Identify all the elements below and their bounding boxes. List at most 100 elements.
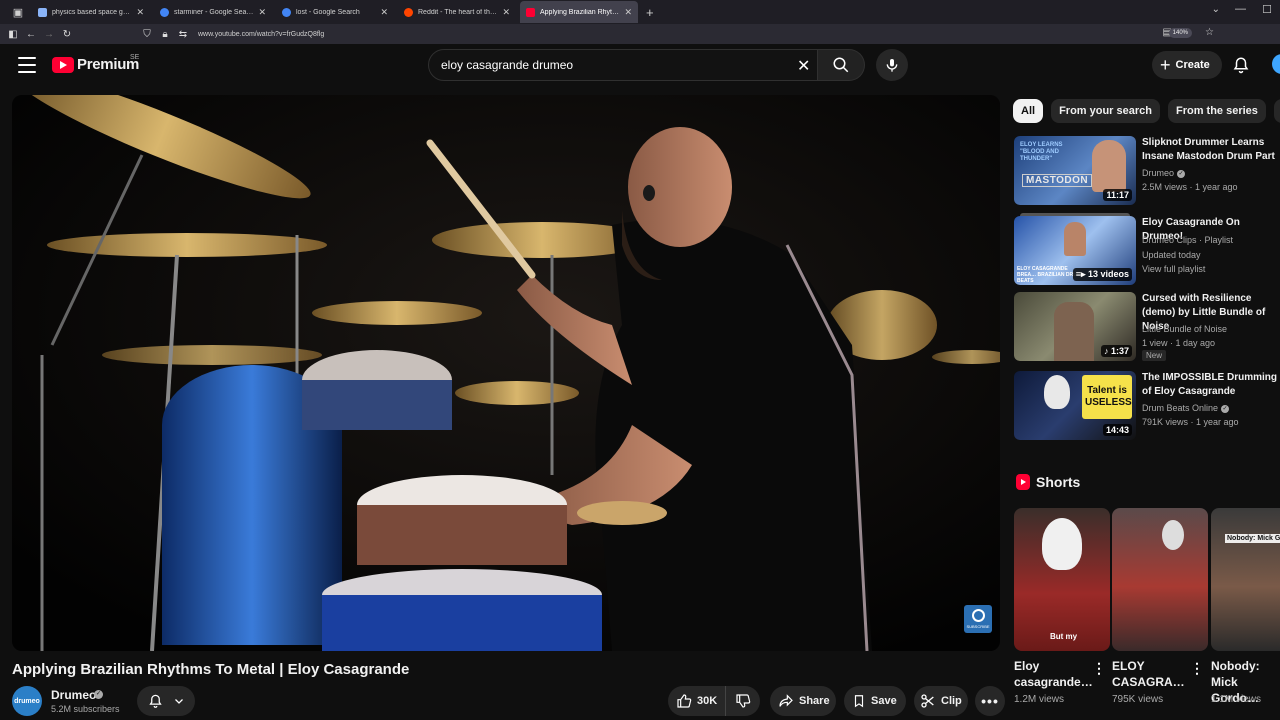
dislike-button[interactable] [726, 693, 760, 709]
search-button[interactable] [818, 49, 865, 81]
share-button[interactable]: Share [770, 686, 836, 716]
search-input[interactable]: eloy casagrande drumeo [428, 49, 818, 81]
like-button[interactable]: 30K [668, 686, 726, 716]
shorts-icon [1016, 474, 1030, 490]
short-more-icon[interactable]: ⋮ [1092, 660, 1106, 677]
tracking-shield-icon[interactable]: ⛉ [138, 29, 156, 40]
browser-nav-bar: ◧ ← → ↻ ⛉ 🔒︎ ⇆ www.youtube.com/watch?v=f… [0, 24, 1280, 44]
forward-icon[interactable]: → [40, 29, 58, 40]
tab-list-chevron-icon[interactable]: ⌄ [1212, 4, 1220, 15]
short-caption: But my [1050, 632, 1078, 641]
browser-tab[interactable]: physics based space games - G ✕ [32, 1, 150, 23]
view-full-playlist-link[interactable]: View full playlist [1142, 264, 1205, 274]
new-badge: New [1142, 350, 1167, 361]
browser-tab[interactable]: Reddit - The heart of the intern ✕ [398, 1, 516, 23]
new-tab-button[interactable]: + [646, 5, 654, 20]
shorts-mini-icon: ♪ [1103, 346, 1111, 356]
save-button[interactable]: Save [844, 686, 906, 716]
short-more-icon[interactable]: ⋮ [1190, 660, 1204, 677]
create-button[interactable]: + Create [1152, 51, 1222, 79]
shorts-section-header: Shorts [1016, 474, 1080, 490]
channel-watermark-button[interactable]: SUBSCRIBE [964, 605, 992, 633]
video-thumbnail[interactable]: ELOY LEARNS "BLOOD AND THUNDER" MASTODON… [1014, 136, 1136, 205]
recommended-video[interactable]: ♪ 1:37 Cursed with Resilience (demo) by … [1014, 292, 1280, 362]
reload-icon[interactable]: ↻ [58, 29, 76, 40]
channel-avatar[interactable]: drumeo [12, 686, 42, 716]
more-actions-button[interactable]: ••• [975, 686, 1005, 716]
tab-close-icon[interactable]: ✕ [502, 7, 510, 18]
more-dots-icon: ••• [981, 693, 999, 709]
thumbnail-person [1092, 140, 1126, 192]
hamburger-menu-icon[interactable] [18, 57, 36, 73]
zoom-level[interactable]: 140% [1168, 28, 1192, 38]
short-title[interactable]: Eloy casagrande… [1014, 658, 1094, 690]
subscription-notifications-button[interactable] [137, 686, 195, 716]
playlist-thumbnail[interactable]: ELOY CASAGRANDE BREA… BRAZILIAN DRUM BEA… [1014, 216, 1136, 285]
maximize-icon[interactable]: ☐ [1262, 3, 1272, 16]
recommended-video[interactable]: ELOY LEARNS "BLOOD AND THUNDER" MASTODON… [1014, 136, 1280, 206]
tab-close-icon[interactable]: ✕ [136, 7, 144, 18]
region-code: SE [130, 54, 140, 61]
video-thumbnail[interactable]: Talent is USELESS 14:43 [1014, 371, 1136, 440]
recommended-video[interactable]: Talent is USELESS 14:43 The IMPOSSIBLE D… [1014, 371, 1280, 441]
video-duration: 11:17 [1103, 189, 1132, 201]
short-thumbnail[interactable]: But my [1014, 508, 1110, 651]
thumbnail-person [1064, 222, 1086, 256]
playlist-channel[interactable]: Drumeo Clips · Playlist [1142, 235, 1233, 245]
account-avatar[interactable] [1272, 54, 1280, 74]
video-player[interactable]: SUBSCRIBE [12, 95, 1000, 651]
channel-name[interactable]: Little Bundle of Noise [1142, 324, 1227, 334]
tab-label: physics based space games - G [52, 8, 133, 16]
back-icon[interactable]: ← [22, 29, 40, 40]
short-title[interactable]: ELOY CASAGRA… [1112, 658, 1185, 690]
video-frame-drummer [12, 95, 1000, 651]
video-duration: ♪ 1:37 [1100, 345, 1132, 357]
channel-name[interactable]: Drum Beats Online ✓ [1142, 403, 1230, 413]
chevron-down-icon [174, 699, 183, 704]
sidebar-toggle-icon[interactable]: ◧ [4, 29, 22, 40]
browser-tab[interactable]: starminer - Google Search ✕ [154, 1, 272, 23]
chip-all[interactable]: All [1013, 99, 1044, 123]
bookmark-star-icon[interactable]: ☆ [1205, 27, 1214, 38]
verified-check-icon: ✓ [1177, 169, 1186, 178]
chip-overflow[interactable]: Fr [1273, 99, 1280, 123]
lock-icon[interactable]: 🔒︎ [156, 29, 174, 40]
minimize-icon[interactable]: — [1235, 3, 1246, 15]
tab-close-icon[interactable]: ✕ [258, 7, 266, 18]
tab-overview-icon[interactable]: ▣ [8, 2, 28, 22]
video-thumbnail[interactable]: ♪ 1:37 [1014, 292, 1136, 361]
thumbnail-subtext: ELOY LEARNS "BLOOD AND THUNDER" [1020, 142, 1063, 162]
notifications-bell-icon[interactable] [1232, 55, 1250, 80]
chip-from-your-search[interactable]: From your search [1051, 99, 1160, 123]
tab-close-icon[interactable]: ✕ [624, 7, 632, 18]
clear-search-icon[interactable]: ✕ [797, 56, 810, 76]
share-arrow-icon [779, 694, 793, 707]
address-bar[interactable]: www.youtube.com/watch?v=frGudzQ8flg [198, 31, 324, 38]
watermark-label: SUBSCRIBE [966, 624, 990, 629]
thumbnail-person [1054, 302, 1094, 361]
filter-chips: All From your search From the series Fr [1013, 99, 1280, 123]
clip-button[interactable]: Clip [914, 686, 968, 716]
playlist-updated: Updated today [1142, 250, 1201, 260]
short-thumbnail[interactable] [1112, 508, 1208, 651]
youtube-premium-logo[interactable]: Premium SE [52, 54, 140, 73]
recommended-playlist[interactable]: ELOY CASAGRANDE BREA… BRAZILIAN DRUM BEA… [1014, 213, 1280, 286]
tab-close-icon[interactable]: ✕ [380, 7, 388, 18]
voice-search-button[interactable] [876, 49, 908, 81]
channel-name[interactable]: Drumeo [51, 688, 96, 702]
browser-tab-active[interactable]: Applying Brazilian Rhythms ✕ [520, 1, 638, 23]
short-views: 795K views [1112, 694, 1164, 705]
share-label: Share [799, 695, 830, 707]
chip-from-the-series[interactable]: From the series [1167, 99, 1266, 123]
bell-icon [148, 694, 162, 708]
save-label: Save [871, 695, 897, 707]
short-thumbnail[interactable]: Nobody: Mick Gor [1211, 508, 1280, 651]
tab-label: Reddit - The heart of the intern [418, 8, 498, 16]
youtube-play-icon [52, 56, 74, 73]
browser-tab[interactable]: lost - Google Search ✕ [276, 1, 394, 23]
search-icon [833, 57, 849, 73]
channel-name[interactable]: Drumeo ✓ [1142, 168, 1186, 178]
permissions-icon[interactable]: ⇆ [174, 29, 192, 40]
thumbnail-mask [1044, 375, 1070, 409]
thumbnail-text: MASTODON [1022, 174, 1093, 187]
